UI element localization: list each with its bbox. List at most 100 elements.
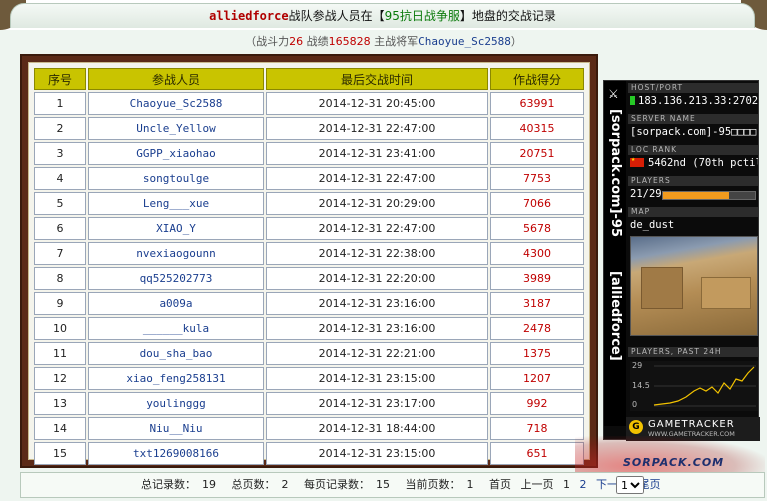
table-row: 13 youlinggg 2014-12-31 23:17:00 992 (34, 392, 584, 415)
table-row: 5 Leng___xue 2014-12-31 20:29:00 7066 (34, 192, 584, 215)
battle-score: 1207 (490, 367, 584, 390)
player-name-link[interactable]: songtoulge (88, 167, 264, 190)
player-name-link[interactable]: Chaoyue_Sc2588 (88, 92, 264, 115)
row-number: 4 (34, 167, 86, 190)
last-battle-time: 2014-12-31 22:47:00 (266, 167, 488, 190)
row-number: 2 (34, 117, 86, 140)
gametracker-logo-icon: G (629, 420, 643, 434)
row-number: 3 (34, 142, 86, 165)
team-stats: （战斗力26 战绩165828 主战将军Chaoyue_Sc2588） (0, 33, 767, 49)
team-name[interactable]: alliedforce (209, 9, 288, 23)
rank-value: 5462nd (70th pctile) (630, 157, 758, 169)
total-pages-label: 总页数： (231, 478, 276, 491)
host-value: 183.136.213.33:27025 (630, 95, 758, 107)
map-preview-image (630, 236, 758, 336)
online-status-icon (630, 96, 635, 105)
column-header-no: 序号 (34, 68, 86, 90)
page-2-link[interactable]: 2 (580, 478, 587, 491)
map-label: MAP (628, 207, 758, 217)
records-frame: 序号 参战人员 最后交战时间 作战得分 1 Chaoyue_Sc2588 2014-… (20, 54, 598, 468)
score-value: 165828 (328, 35, 371, 48)
player-name-link[interactable]: youlinggg (88, 392, 264, 415)
last-battle-time: 2014-12-31 18:44:00 (266, 417, 488, 440)
battle-score: 7066 (490, 192, 584, 215)
commander-label: 主战将军 (370, 35, 419, 48)
last-battle-time: 2014-12-31 20:29:00 (266, 192, 488, 215)
player-name-link[interactable]: xiao_feng258131 (88, 367, 264, 390)
last-battle-time: 2014-12-31 23:41:00 (266, 142, 488, 165)
tracker-side-team: [alliedforce] (608, 271, 623, 361)
last-battle-time: 2014-12-31 22:47:00 (266, 217, 488, 240)
gametracker-brand: GAMETRACKER (648, 419, 735, 430)
player-name-link[interactable]: ______kula (88, 317, 264, 340)
battle-score: 2478 (490, 317, 584, 340)
players-graph: 29 14.5 0 (630, 361, 758, 411)
battle-score: 1375 (490, 342, 584, 365)
row-number: 14 (34, 417, 86, 440)
header-bar: alliedforce战队参战人员在【95抗日战争服】地盘的交战记录 (0, 0, 767, 30)
row-number: 15 (34, 442, 86, 465)
pagination-info: 总记录数： 19 总页数： 2 每页记录数： 15 当前页数： 1 首页 上一页 1 2… (141, 473, 667, 497)
page-select[interactable]: 1 (616, 476, 644, 494)
battle-score: 4300 (490, 242, 584, 265)
stats-suffix: ） (510, 35, 522, 48)
table-row: 12 xiao_feng258131 2014-12-31 23:15:00 1207 (34, 367, 584, 390)
last-battle-time: 2014-12-31 22:38:00 (266, 242, 488, 265)
score-label: 战绩 (303, 35, 329, 48)
per-page-value: 15 (376, 478, 390, 491)
host-text: 183.136.213.33:27025 (638, 95, 758, 107)
table-row: 4 songtoulge 2014-12-31 22:47:00 7753 (34, 167, 584, 190)
table-row: 9 a009a 2014-12-31 23:16:00 3187 (34, 292, 584, 315)
table-header-row: 序号 参战人员 最后交战时间 作战得分 (34, 68, 584, 90)
page-title: alliedforce战队参战人员在【95抗日战争服】地盘的交战记录 (10, 3, 755, 28)
table-row: 14 Niu__Niu 2014-12-31 18:44:00 718 (34, 417, 584, 440)
player-name-link[interactable]: GGPP_xiaohao (88, 142, 264, 165)
last-battle-time: 2014-12-31 23:15:00 (266, 442, 488, 465)
total-records-value: 19 (202, 478, 216, 491)
player-name-link[interactable]: dou_sha_bao (88, 342, 264, 365)
table-row: 3 GGPP_xiaohao 2014-12-31 23:41:00 20751 (34, 142, 584, 165)
prev-page-link[interactable]: 上一页 (521, 478, 554, 491)
player-name-link[interactable]: Leng___xue (88, 192, 264, 215)
battle-score: 40315 (490, 117, 584, 140)
china-flag-icon (630, 157, 644, 167)
commander-link[interactable]: Chaoyue_Sc2588 (418, 35, 511, 48)
table-row: 10 ______kula 2014-12-31 23:16:00 2478 (34, 317, 584, 340)
battle-score: 3989 (490, 267, 584, 290)
player-name-link[interactable]: Uncle_Yellow (88, 117, 264, 140)
cs-game-icon: ⚔ (608, 87, 619, 101)
records-body: 1 Chaoyue_Sc2588 2014-12-31 20:45:00 63991 2… (34, 92, 584, 465)
last-battle-time: 2014-12-31 22:21:00 (266, 342, 488, 365)
battle-score: 718 (490, 417, 584, 440)
row-number: 13 (34, 392, 86, 415)
per-page: 每页记录数： 15 (304, 478, 396, 491)
player-name-link[interactable]: txt1269008166 (88, 442, 264, 465)
row-number: 1 (34, 92, 86, 115)
server-name-label: SERVER NAME (628, 114, 758, 124)
table-row: 11 dou_sha_bao 2014-12-31 22:21:00 1375 (34, 342, 584, 365)
page-1-current: 1 (563, 478, 570, 491)
player-name-link[interactable]: XIAO_Y (88, 217, 264, 240)
pagination-bar: 总记录数： 19 总页数： 2 每页记录数： 15 当前页数： 1 首页 上一页 1 2… (20, 472, 765, 498)
table-row: 1 Chaoyue_Sc2588 2014-12-31 20:45:00 63991 (34, 92, 584, 115)
current-page: 当前页数： 1 (406, 478, 480, 491)
table-row: 6 XIAO_Y 2014-12-31 22:47:00 5678 (34, 217, 584, 240)
rank-text: 5462nd (70th pctile) (648, 157, 758, 169)
first-page-link[interactable]: 首页 (489, 478, 511, 491)
gametracker-widget[interactable]: ⚔ [sorpack.com]-95 [alliedforce] HOST/PO… (603, 80, 760, 441)
total-pages-value: 2 (281, 478, 289, 491)
server-name[interactable]: 95抗日战争服 (385, 9, 460, 23)
player-name-link[interactable]: a009a (88, 292, 264, 315)
table-row: 8 qq525202773 2014-12-31 22:20:00 3989 (34, 267, 584, 290)
player-name-link[interactable]: Niu__Niu (88, 417, 264, 440)
current-page-label: 当前页数： (405, 478, 461, 491)
battle-score: 7753 (490, 167, 584, 190)
records-frame-inner: 序号 参战人员 最后交战时间 作战得分 1 Chaoyue_Sc2588 2014-… (28, 62, 590, 465)
table-row: 7 nvexiaogounn 2014-12-31 22:38:00 4300 (34, 242, 584, 265)
host-label: HOST/PORT (628, 83, 758, 93)
player-name-link[interactable]: nvexiaogounn (88, 242, 264, 265)
per-page-label: 每页记录数： (304, 478, 370, 491)
battle-score: 992 (490, 392, 584, 415)
player-name-link[interactable]: qq525202773 (88, 267, 264, 290)
row-number: 9 (34, 292, 86, 315)
